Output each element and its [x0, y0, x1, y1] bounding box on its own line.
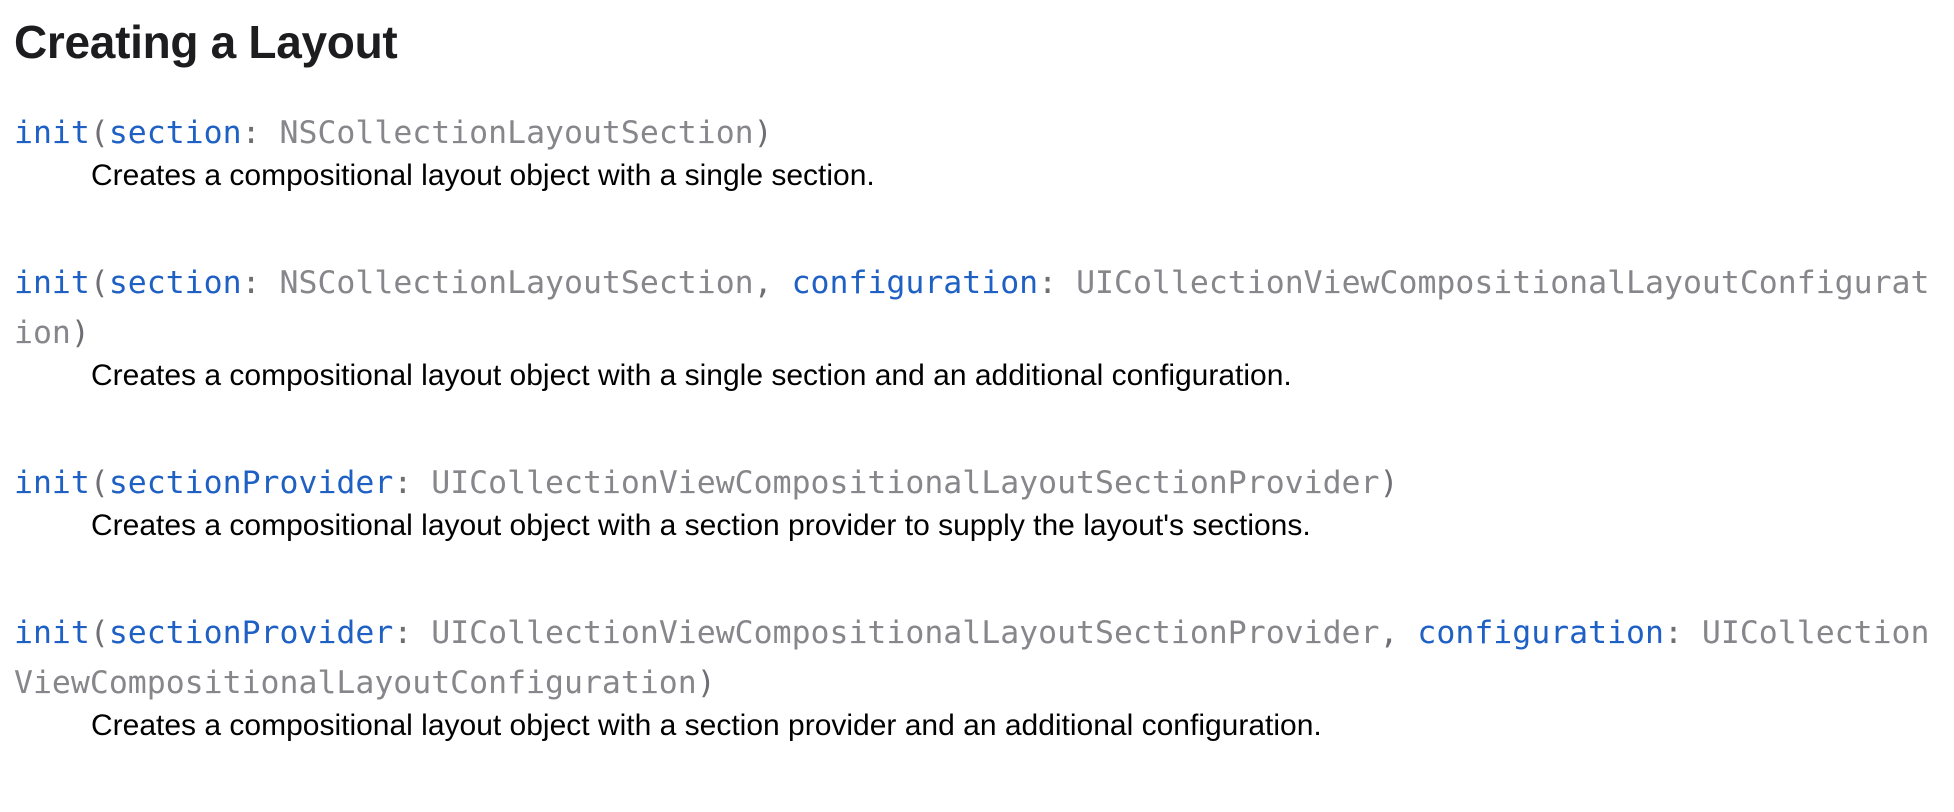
symbol-abstract: Creates a compositional layout object wi… — [91, 359, 1292, 392]
punctuation: : — [393, 465, 432, 501]
type-name: UICollectionViewCompositionalLayoutSecti… — [431, 615, 1380, 651]
parameter-label: section — [108, 265, 242, 301]
symbol-abstract: Creates a compositional layout object wi… — [91, 159, 875, 192]
symbol-abstract: Creates a compositional layout object wi… — [91, 509, 1311, 542]
punctuation: ) — [753, 115, 773, 151]
keyword-token: init — [14, 465, 90, 501]
punctuation: ) — [1379, 465, 1399, 501]
symbol-entry: init(sectionProvider: UICollectionViewCo… — [14, 458, 1944, 544]
topic-section: Creating a Layout init(section: NSCollec… — [14, 0, 1944, 742]
punctuation: ( — [89, 265, 109, 301]
punctuation: , — [753, 265, 792, 301]
punctuation: ) — [696, 665, 716, 701]
type-name: NSCollectionLayoutSection — [279, 115, 754, 151]
symbol-declaration-link[interactable]: init(section: NSCollectionLayoutSection,… — [14, 258, 1944, 358]
symbol-abstract: Creates a compositional layout object wi… — [91, 709, 1322, 742]
keyword-token: init — [14, 115, 90, 151]
symbol-entry: init(sectionProvider: UICollectionViewCo… — [14, 608, 1944, 744]
symbol-entry: init(section: NSCollectionLayoutSection,… — [14, 258, 1944, 394]
punctuation: ( — [89, 115, 109, 151]
section-title: Creating a Layout — [14, 16, 398, 68]
punctuation: : — [241, 265, 280, 301]
symbol-declaration-link[interactable]: init(sectionProvider: UICollectionViewCo… — [14, 608, 1944, 708]
type-name: NSCollectionLayoutSection — [279, 265, 754, 301]
parameter-label: configuration — [791, 265, 1039, 301]
symbol-entry: init(section: NSCollectionLayoutSection)… — [14, 108, 1944, 194]
punctuation: ( — [89, 465, 109, 501]
punctuation: : — [1663, 615, 1702, 651]
parameter-label: sectionProvider — [108, 465, 394, 501]
keyword-token: init — [14, 615, 90, 651]
punctuation: : — [1038, 265, 1077, 301]
punctuation: ( — [89, 615, 109, 651]
parameter-label: section — [108, 115, 242, 151]
punctuation: ) — [70, 315, 90, 351]
punctuation: , — [1379, 615, 1418, 651]
parameter-label: configuration — [1417, 615, 1664, 651]
symbol-declaration-link[interactable]: init(section: NSCollectionLayoutSection) — [14, 108, 1944, 158]
parameter-label: sectionProvider — [108, 615, 394, 651]
type-name: UICollectionViewCompositionalLayoutSecti… — [431, 465, 1380, 501]
punctuation: : — [241, 115, 280, 151]
symbol-declaration-link[interactable]: init(sectionProvider: UICollectionViewCo… — [14, 458, 1944, 508]
punctuation: : — [393, 615, 432, 651]
keyword-token: init — [14, 265, 90, 301]
